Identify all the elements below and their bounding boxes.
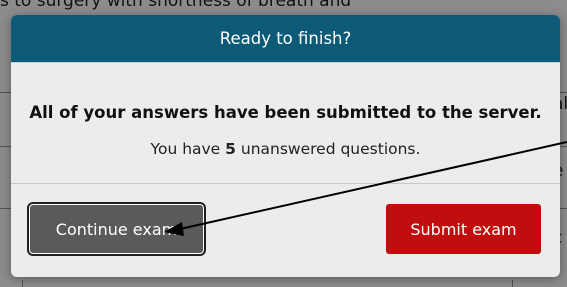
- dialog-body: All of your answers have been submitted …: [11, 103, 560, 158]
- continue-exam-button[interactable]: Continue exam: [27, 202, 206, 256]
- footer-divider: [11, 183, 560, 184]
- submit-exam-button[interactable]: Submit exam: [386, 204, 541, 254]
- dialog-header: Ready to finish?: [11, 15, 560, 62]
- unanswered-message: You have 5 unanswered questions.: [11, 140, 560, 158]
- unanswered-count: 5: [225, 140, 236, 158]
- header-divider: [11, 62, 560, 63]
- submitted-message: All of your answers have been submitted …: [29, 103, 542, 122]
- dialog-title: Ready to finish?: [219, 29, 352, 48]
- unanswered-suffix: unanswered questions.: [235, 140, 421, 158]
- finish-dialog: Ready to finish? All of your answers hav…: [11, 15, 560, 277]
- unanswered-prefix: You have: [150, 140, 226, 158]
